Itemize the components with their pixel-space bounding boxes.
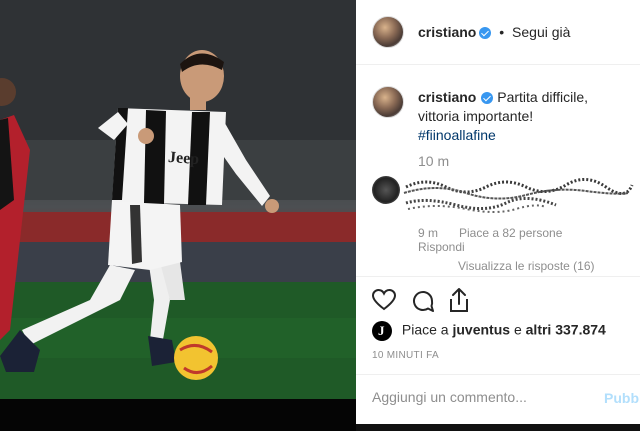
header-separator: • [499,24,505,40]
player-illustration [0,0,356,399]
caption-avatar[interactable] [372,86,404,118]
caption-username[interactable]: cristiano [418,89,476,105]
liked-user[interactable]: juventus [452,322,510,338]
panel-bottom-strip [356,424,640,431]
redacted-comment-scribble [403,178,634,213]
caption: cristiano Partita difficile, vittoria im… [418,88,628,145]
caption-time: 10 m [418,153,450,169]
liked-by-row[interactable]: Piace a juventus e altri 337.874 [372,321,632,341]
caption-hashtag[interactable]: #fiinoallafine [418,126,628,145]
post-detail-panel: cristiano • Segui già cristiano Partita … [356,0,640,424]
post-timestamp: 10 MINUTI FA [372,350,439,361]
share-icon[interactable] [448,287,470,313]
heart-icon[interactable] [372,289,396,311]
profile-avatar[interactable] [372,16,404,48]
reply-button[interactable]: Rispondi [418,240,465,254]
following-button[interactable]: Segui già [512,24,570,40]
reply-time: 9 m [418,226,439,240]
header-username[interactable]: cristiano [418,24,476,40]
verified-badge-icon [479,27,492,40]
verified-badge-icon [481,92,494,105]
post-actions: Piace a juventus e altri 337.874 10 MINU… [356,276,640,361]
post-header: cristiano • Segui già [356,0,640,65]
liked-others[interactable]: altri 337.874 [526,322,606,338]
juventus-logo-icon [372,321,392,341]
comments-section[interactable]: cristiano Partita difficile, vittoria im… [356,66,640,276]
liked-mid: e [513,321,522,338]
header-user-row: cristiano • Segui già [418,24,570,40]
publish-button[interactable]: Pubbl [604,390,640,406]
jersey-sponsor-text: Jeep [167,148,200,169]
liked-prefix: Piace a [401,321,449,338]
view-replies-button[interactable]: Visualizza le risposte (16) [458,259,595,273]
add-comment-bar: Pubbl [356,374,640,424]
post-photo[interactable]: Jeep [0,0,356,399]
comment-icon[interactable] [411,289,435,313]
comment-likes[interactable]: Piace a 82 persone [459,226,562,240]
comment-input[interactable] [372,389,592,405]
photo-bottom-strip [0,399,356,431]
